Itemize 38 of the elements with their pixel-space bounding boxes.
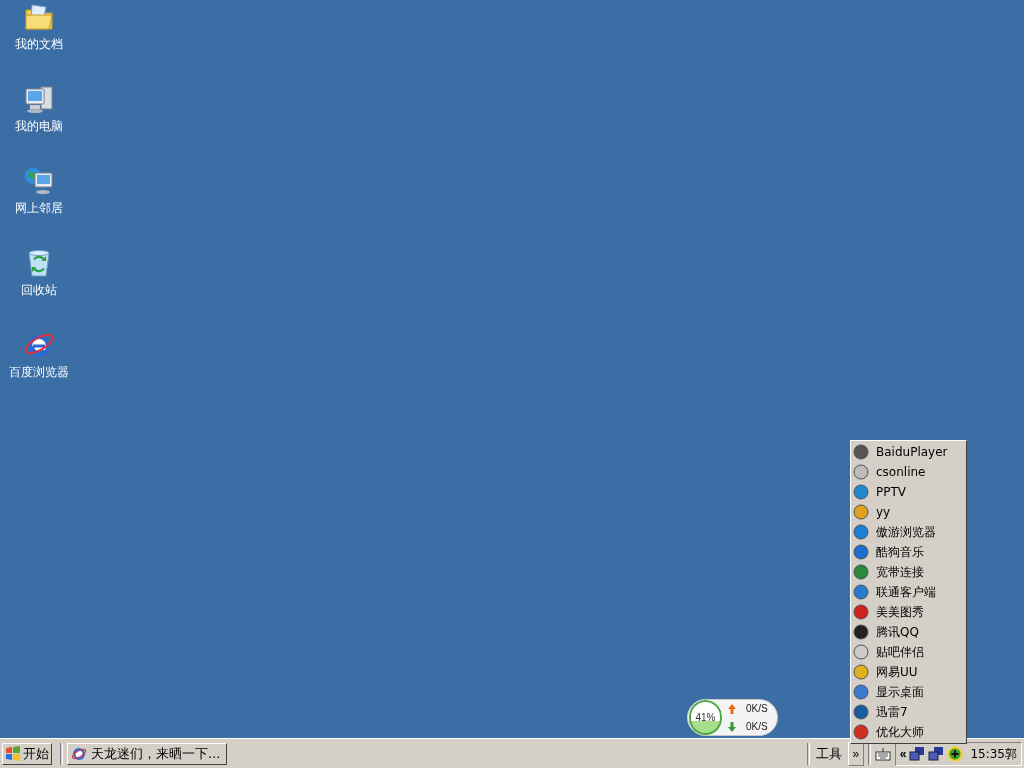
menu-item[interactable]: 酷狗音乐 bbox=[851, 542, 966, 562]
folder-icon bbox=[23, 1, 55, 33]
menu-item[interactable]: 傲游浏览器 bbox=[851, 522, 966, 542]
plus-circle-icon[interactable] bbox=[947, 745, 964, 762]
up-arrow-icon bbox=[728, 703, 736, 714]
download-speed: 0K/S bbox=[746, 720, 768, 734]
toolbar-label: 工具 bbox=[814, 744, 843, 763]
network-computers-icon[interactable] bbox=[928, 745, 945, 762]
desktop-icon-label[interactable]: 回收站 bbox=[21, 282, 57, 298]
menu-item[interactable]: 迅雷7 bbox=[851, 702, 966, 722]
windows-logo-icon bbox=[5, 745, 21, 762]
menu-item[interactable]: 贴吧伴侣 bbox=[851, 642, 966, 662]
menu-item[interactable]: 网易UU bbox=[851, 662, 966, 682]
menu-item[interactable]: BaiduPlayer bbox=[851, 442, 966, 462]
taskbar-window-button[interactable]: 天龙迷们，来晒一下... bbox=[67, 742, 227, 765]
computer-icon bbox=[23, 83, 55, 115]
usage-percent: 41% bbox=[695, 711, 716, 725]
start-button[interactable]: 开始 bbox=[2, 742, 52, 765]
menu-item[interactable]: csonline bbox=[851, 462, 966, 482]
browser-icon bbox=[71, 745, 87, 762]
menu-item[interactable]: 腾讯QQ bbox=[851, 622, 966, 642]
tray-expand-chevron[interactable]: « bbox=[899, 744, 907, 763]
desktop-icon-label[interactable]: 网上邻居 bbox=[15, 200, 63, 216]
menu-item[interactable]: PPTV bbox=[851, 482, 966, 502]
clock: 15:35郭 bbox=[970, 745, 1017, 763]
desktop-icon-label[interactable]: 百度浏览器 bbox=[9, 364, 69, 380]
desktop-icon-label[interactable]: 我的文档 bbox=[15, 36, 63, 52]
desktop-icon-label[interactable]: 我的电脑 bbox=[15, 118, 63, 134]
menu-item[interactable]: 宽带连接 bbox=[851, 562, 966, 582]
menu-item[interactable]: 优化大师 bbox=[851, 722, 966, 742]
menu-item[interactable]: yy bbox=[851, 502, 966, 522]
menu-item[interactable]: 美美图秀 bbox=[851, 602, 966, 622]
down-arrow-icon bbox=[728, 721, 736, 732]
upload-speed: 0K/S bbox=[746, 702, 768, 716]
menu-item[interactable]: 联通客户端 bbox=[851, 582, 966, 602]
network-computer-icon bbox=[23, 165, 55, 197]
network-computers-icon[interactable] bbox=[909, 745, 926, 762]
menu-item[interactable]: 显示桌面 bbox=[851, 682, 966, 702]
